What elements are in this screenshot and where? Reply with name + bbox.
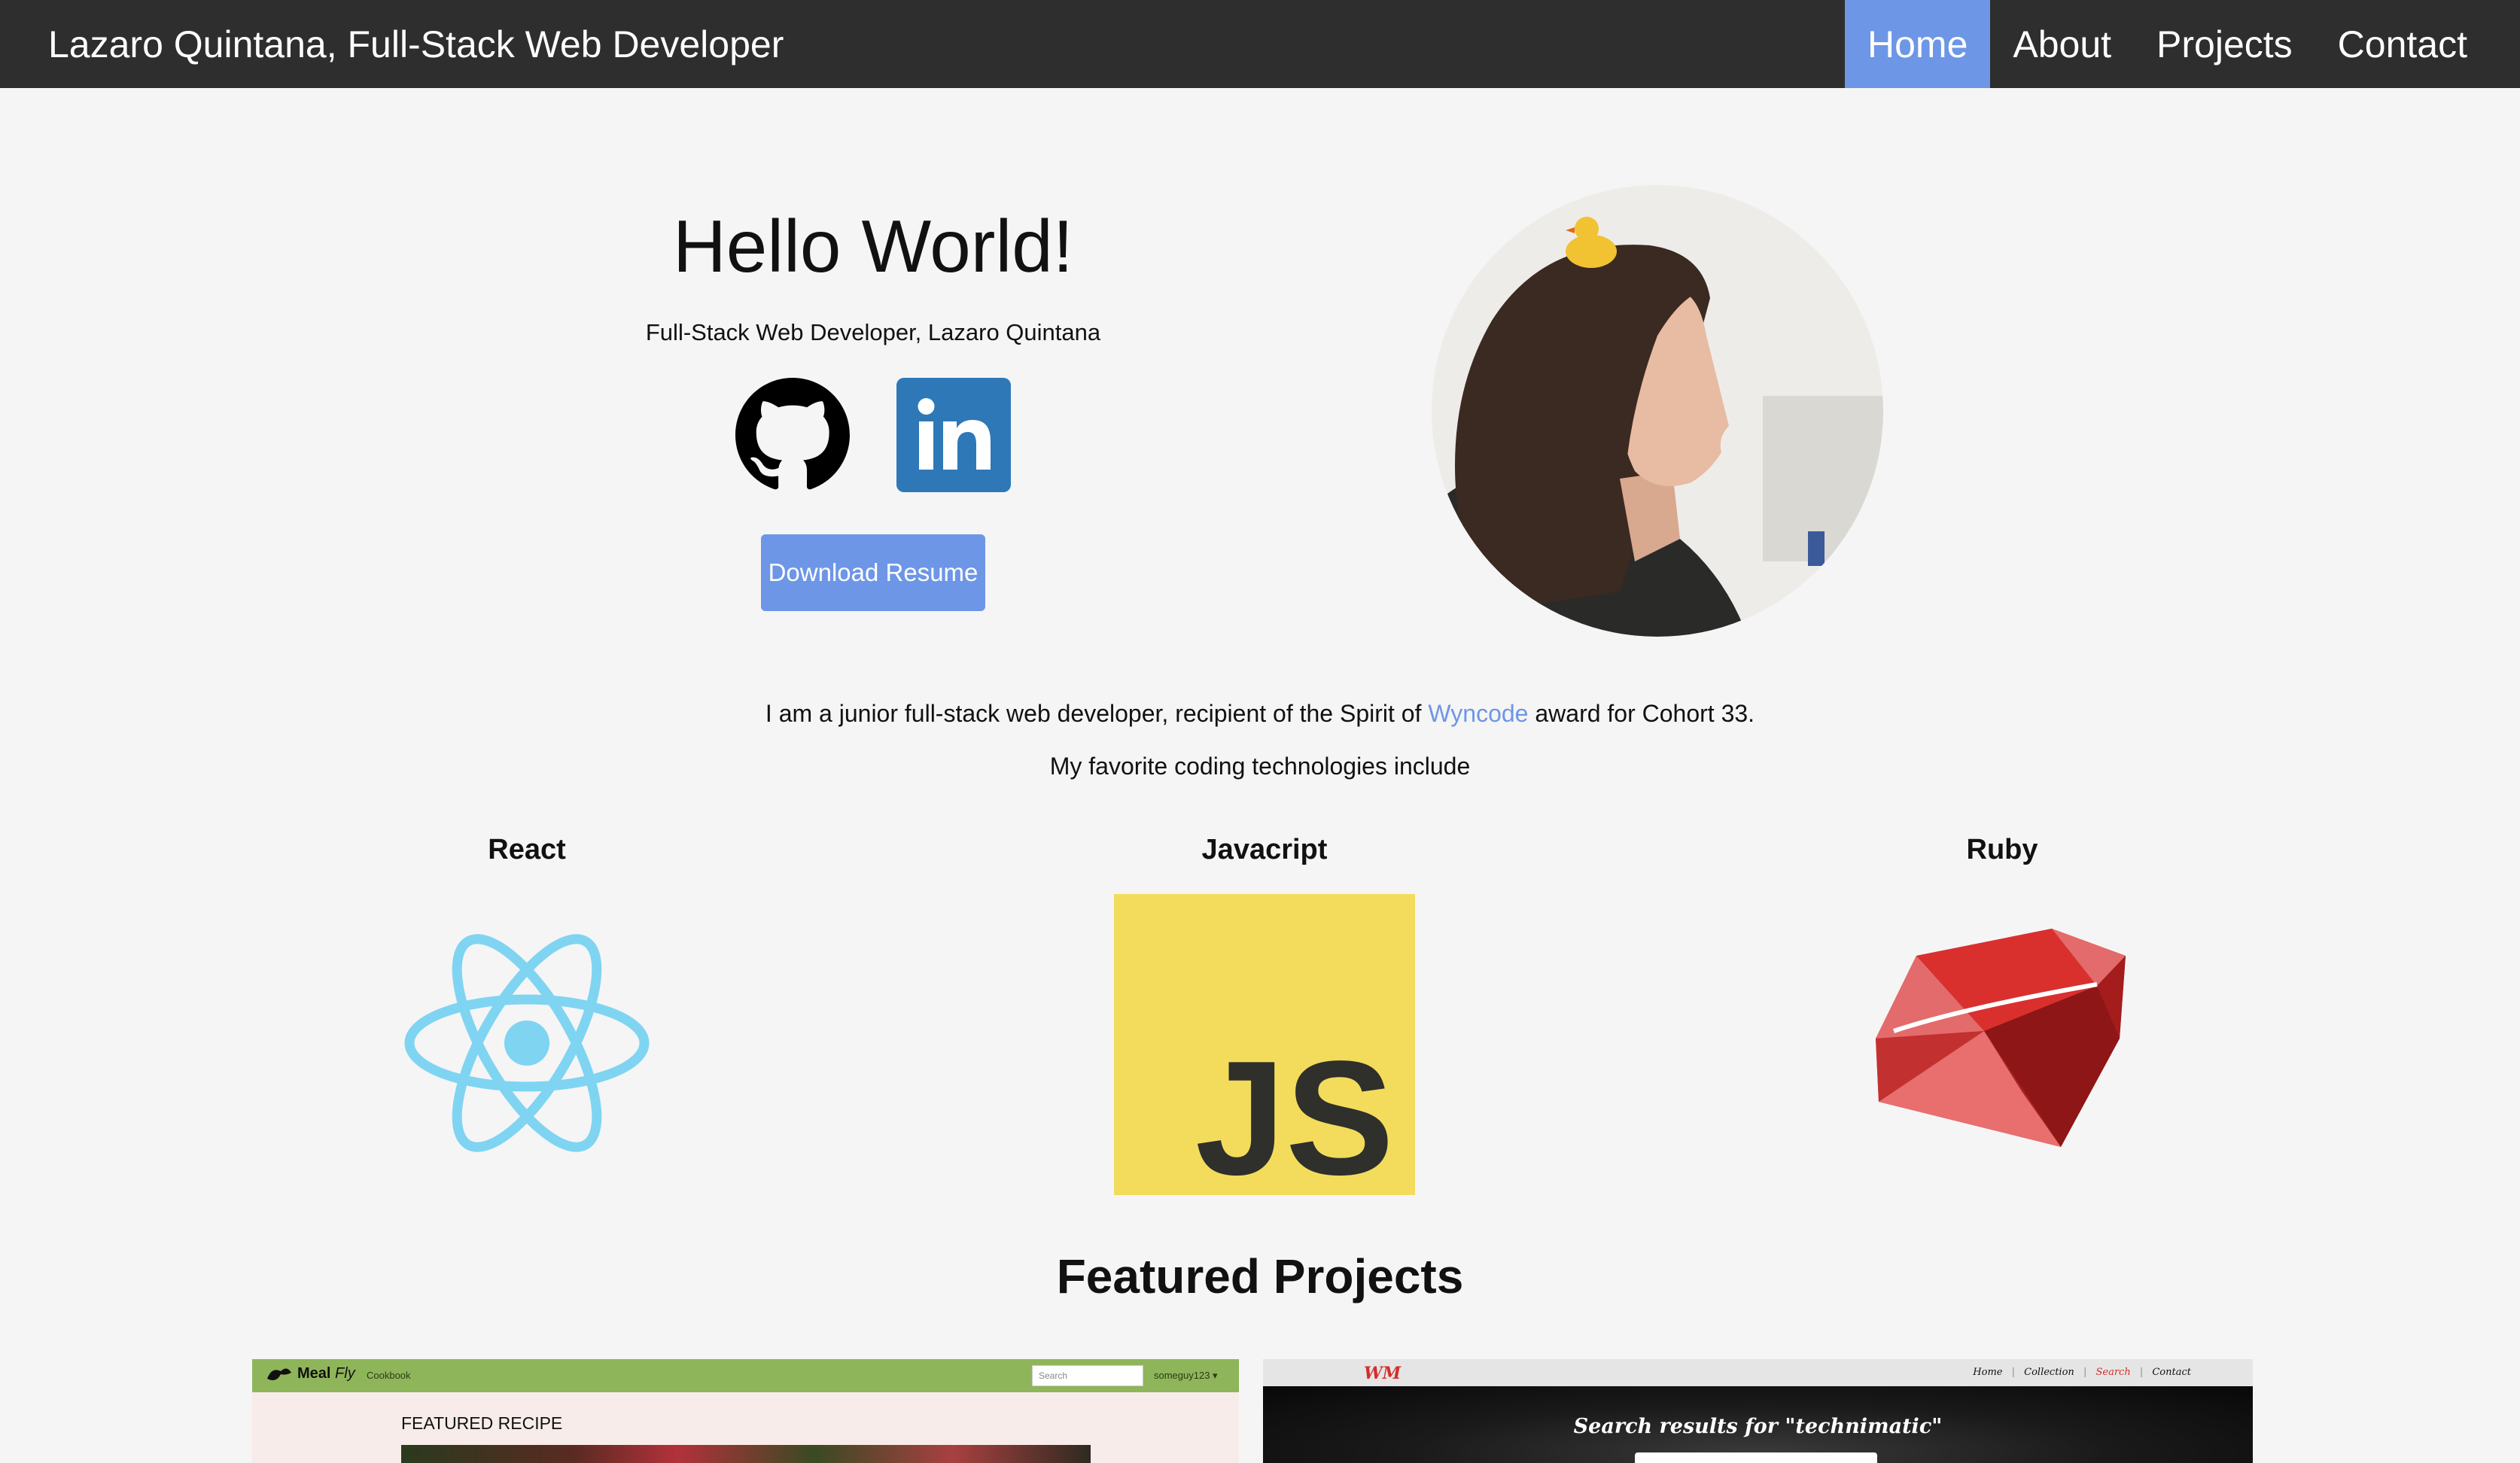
- navbar: Lazaro Quintana, Full-Stack Web Develope…: [0, 0, 2520, 88]
- mealfly-recipe-image: [401, 1445, 1091, 1463]
- wm-nav-separator: |: [2083, 1367, 2087, 1378]
- tech-name-ruby: Ruby: [1966, 834, 2038, 865]
- nav-menu: Home About Projects Contact: [1845, 0, 2490, 88]
- wm-nav-collection: Collection: [2024, 1367, 2074, 1378]
- intro-text: I am a junior full-stack web developer, …: [0, 697, 2520, 730]
- intro-text-end: award for Cohort 33.: [1528, 700, 1755, 727]
- mealfly-cookbook-link: Cookbook: [367, 1370, 411, 1381]
- javascript-icon: JS: [1114, 894, 1415, 1195]
- profile-photo: [1432, 185, 1883, 637]
- tech-react: React: [301, 831, 753, 868]
- mealfly-featured-label: FEATURED RECIPE: [401, 1413, 563, 1433]
- wm-logo: WM: [1364, 1364, 1402, 1383]
- hero-heading: Hello World!: [673, 205, 1073, 287]
- featured-projects-heading: Featured Projects: [1056, 1249, 1464, 1303]
- svg-text:JS: JS: [1195, 1027, 1394, 1195]
- wm-nav-home: Home: [1973, 1367, 2003, 1378]
- mealfly-user-menu: someguy123 ▾: [1154, 1370, 1218, 1381]
- nav-home[interactable]: Home: [1845, 0, 1991, 88]
- mealfly-search-input: Search: [1032, 1365, 1143, 1386]
- mealfly-logo: Meal Fly: [297, 1365, 355, 1382]
- project-card-mealfly[interactable]: Meal Fly Cookbook Search someguy123 ▾ FE…: [252, 1359, 1239, 1463]
- ruby-icon: [1876, 929, 2126, 1147]
- wm-search-title: Search results for "technimatic": [1573, 1415, 1943, 1438]
- mealfly-logo-text: Meal: [297, 1365, 336, 1382]
- project-card-wm[interactable]: WM Home | Collection | Search | Contact …: [1263, 1359, 2253, 1463]
- hero-intro: Hello World! Full-Stack Web Developer, L…: [572, 197, 1174, 611]
- linkedin-icon[interactable]: [896, 378, 1011, 492]
- nav-projects[interactable]: Projects: [2134, 0, 2315, 88]
- wyncode-link[interactable]: Wyncode: [1428, 700, 1528, 727]
- nav-contact[interactable]: Contact: [2315, 0, 2490, 88]
- wm-nav-contact: Contact: [2152, 1367, 2191, 1378]
- mealfly-logo-icon: [267, 1368, 291, 1380]
- wm-search-input: [1635, 1452, 1877, 1463]
- tech-name-javascript: Javacript: [1201, 834, 1328, 865]
- tech-name-react: React: [488, 834, 566, 865]
- tech-ruby: Ruby: [1776, 831, 2228, 868]
- hero-subtitle: Full-Stack Web Developer, Lazaro Quintan…: [645, 319, 1101, 345]
- wm-nav: Home | Collection | Search | Contact: [1967, 1367, 2191, 1378]
- intro-text-start: I am a junior full-stack web developer, …: [765, 700, 1429, 727]
- tech-javascript: Javacript: [1039, 831, 1490, 868]
- wm-nav-separator: |: [2011, 1367, 2015, 1378]
- mealfly-logo-italic: Fly: [335, 1365, 355, 1382]
- wm-nav-separator: |: [2139, 1367, 2144, 1378]
- favorites-text: My favorite coding technologies include: [1049, 753, 1471, 780]
- wm-nav-search: Search: [2095, 1367, 2131, 1378]
- react-icon: [404, 934, 650, 1152]
- nav-about[interactable]: About: [1990, 0, 2134, 88]
- social-links: [572, 378, 1174, 492]
- github-icon[interactable]: [735, 378, 850, 492]
- download-resume-button[interactable]: Download Resume: [761, 534, 985, 611]
- brand-title[interactable]: Lazaro Quintana, Full-Stack Web Develope…: [48, 23, 784, 66]
